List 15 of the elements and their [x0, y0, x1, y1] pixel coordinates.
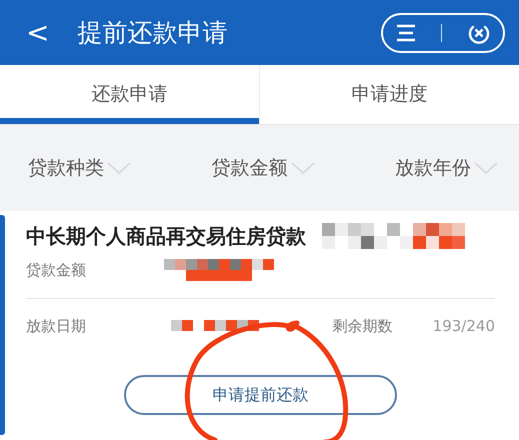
chevron-down-icon: [473, 161, 499, 175]
field-label: 剩余期数: [332, 316, 393, 336]
field-label: 贷款金额: [26, 260, 86, 281]
apply-button[interactable]: 申请提前还款: [124, 375, 397, 415]
chevron-down-icon: [106, 161, 132, 175]
back-button[interactable]: <: [20, 18, 56, 46]
filter-dropdown[interactable]: 贷款金额: [212, 154, 316, 182]
filter-dropdown[interactable]: 放款年份: [395, 154, 499, 182]
page-title: 提前还款申请: [77, 16, 228, 49]
chevron-down-icon: [290, 161, 316, 175]
filter-dropdown[interactable]: 贷款种类: [28, 154, 132, 182]
menu-button[interactable]: [395, 24, 418, 42]
loan-title: 中长期个人商品再交易住房贷款: [26, 223, 306, 250]
field-value: 193/240: [432, 316, 495, 336]
field-label: 放款日期: [26, 316, 86, 336]
